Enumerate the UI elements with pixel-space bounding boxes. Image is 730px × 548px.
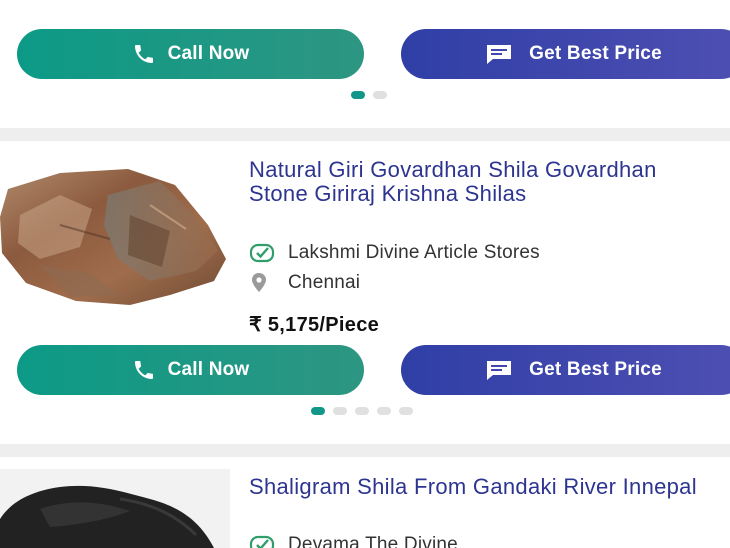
call-now-label: Call Now	[167, 359, 250, 380]
product-image[interactable]	[0, 469, 230, 548]
phone-icon	[132, 358, 156, 382]
product-title[interactable]: Natural Giri Govardhan Shila Govardhan S…	[249, 158, 719, 206]
get-best-price-label: Get Best Price	[529, 43, 662, 64]
call-now-button[interactable]: Call Now	[17, 345, 364, 395]
product-price: ₹ 5,175/Piece	[249, 314, 380, 336]
verified-seller-icon	[249, 243, 277, 263]
location-pin-icon	[249, 272, 277, 294]
product-title[interactable]: Shaligram Shila From Gandaki River Innep…	[249, 475, 719, 499]
carousel-dot[interactable]	[373, 91, 387, 99]
image-carousel-dots	[351, 91, 387, 99]
call-now-button[interactable]: Call Now	[17, 29, 364, 79]
product-image[interactable]	[0, 155, 230, 315]
chat-icon	[485, 358, 513, 382]
chat-icon	[485, 42, 513, 66]
carousel-dot[interactable]	[311, 407, 325, 415]
phone-icon	[132, 42, 156, 66]
carousel-dot[interactable]	[377, 407, 391, 415]
seller-info[interactable]: Devama The Divine	[249, 534, 458, 548]
image-carousel-dots	[311, 407, 413, 415]
carousel-dot[interactable]	[351, 91, 365, 99]
carousel-dot[interactable]	[399, 407, 413, 415]
product-card: Call Now Get Best Price	[0, 0, 730, 128]
verified-seller-icon	[249, 535, 277, 548]
get-best-price-button[interactable]: Get Best Price	[401, 345, 730, 395]
seller-info[interactable]: Lakshmi Divine Article Stores	[249, 242, 540, 264]
call-now-label: Call Now	[167, 43, 250, 64]
seller-name: Devama The Divine	[288, 534, 458, 548]
product-card: Shaligram Shila From Gandaki River Innep…	[0, 457, 730, 548]
carousel-dot[interactable]	[333, 407, 347, 415]
carousel-dot[interactable]	[355, 407, 369, 415]
seller-name: Lakshmi Divine Article Stores	[288, 242, 540, 263]
get-best-price-label: Get Best Price	[529, 359, 662, 380]
product-card: Natural Giri Govardhan Shila Govardhan S…	[0, 141, 730, 444]
location-text: Chennai	[288, 272, 361, 293]
get-best-price-button[interactable]: Get Best Price	[401, 29, 730, 79]
seller-location: Chennai	[249, 272, 360, 294]
